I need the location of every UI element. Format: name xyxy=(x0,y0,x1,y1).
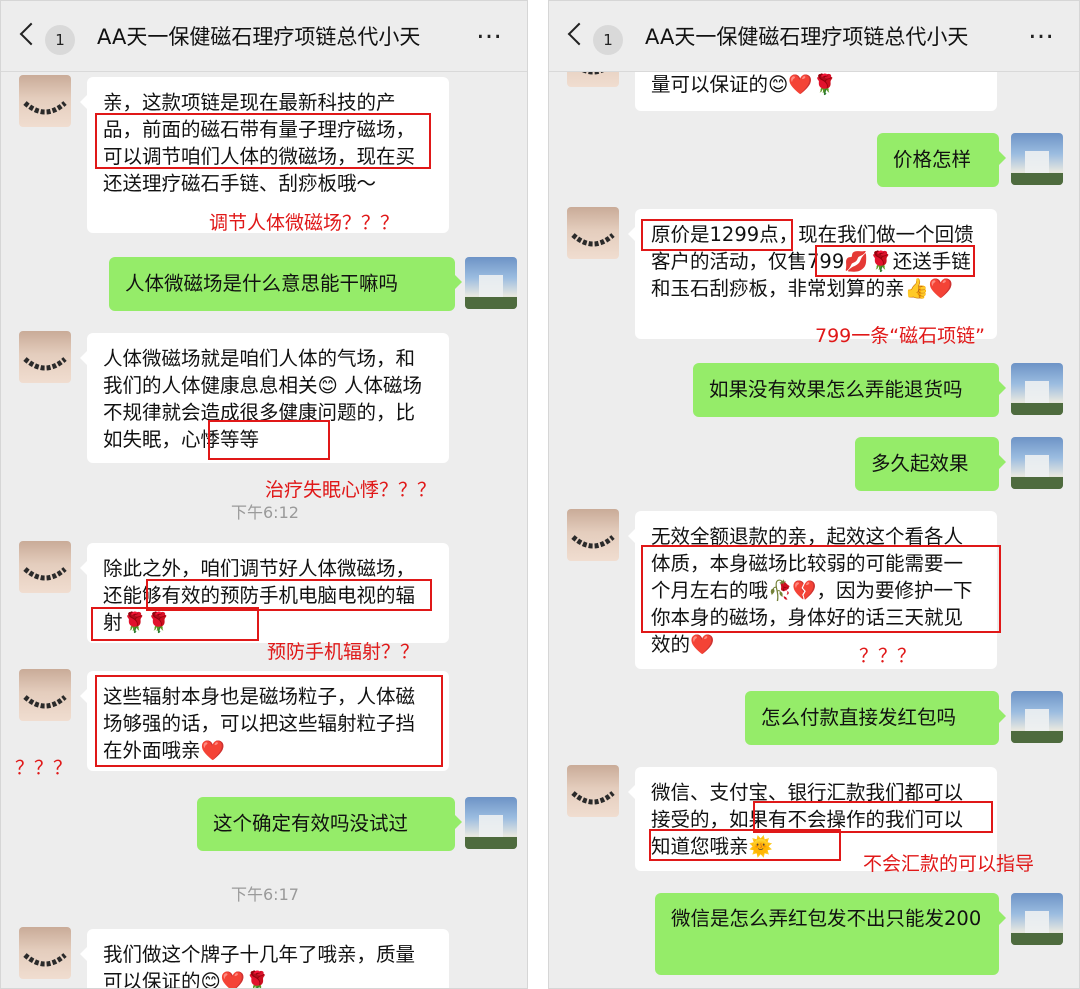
user-avatar[interactable] xyxy=(1011,691,1063,743)
back-icon[interactable] xyxy=(19,22,43,46)
more-options-icon[interactable]: … xyxy=(1028,15,1055,45)
user-avatar[interactable] xyxy=(465,257,517,309)
user-avatar[interactable] xyxy=(1011,133,1063,185)
chat-screenshot-right: 1 AA天一保健磁石理疗项链总代小天 … 量可以保证的😊❤️🌹 价格怎样 原价是… xyxy=(548,0,1080,989)
highlight-box xyxy=(208,420,330,460)
chat-header: 1 AA天一保健磁石理疗项链总代小天 … xyxy=(549,1,1079,72)
user-message: 如果没有效果怎么弄能退货吗 xyxy=(693,363,1006,417)
user-message: 多久起效果 xyxy=(855,437,1006,491)
annotation: 不会汇款的可以指导 xyxy=(863,853,1035,875)
chat-header: 1 AA天一保健磁石理疗项链总代小天 … xyxy=(1,1,527,72)
highlight-box xyxy=(91,607,259,641)
annotation: 预防手机辐射？？ xyxy=(267,641,420,663)
seller-message: 我们做这个牌子十几年了哦亲，质量可以保证的😊❤️🌹 xyxy=(80,929,449,988)
annotation: ？？？ xyxy=(15,757,73,779)
user-avatar[interactable] xyxy=(1011,893,1063,945)
user-message: 价格怎样 xyxy=(877,133,1006,187)
chat-title: AA天一保健磁石理疗项链总代小天 xyxy=(97,25,421,49)
annotation: 799一条“磁石项链” xyxy=(815,325,985,347)
highlight-box xyxy=(95,675,443,767)
timestamp: 下午6:17 xyxy=(231,885,299,904)
seller-avatar[interactable] xyxy=(567,765,619,817)
seller-avatar[interactable] xyxy=(19,331,71,383)
seller-avatar[interactable] xyxy=(19,927,71,979)
annotation: 调节人体微磁场？？？ xyxy=(209,212,400,234)
user-message: 微信是怎么弄红包发不出只能发200 xyxy=(655,893,1006,975)
seller-avatar[interactable] xyxy=(567,207,619,259)
user-avatar[interactable] xyxy=(465,797,517,849)
highlight-box xyxy=(641,219,793,251)
user-avatar[interactable] xyxy=(1011,437,1063,489)
user-message: 这个确定有效吗没试过 xyxy=(197,797,462,851)
user-avatar[interactable] xyxy=(1011,363,1063,415)
chat-screenshot-left: 1 AA天一保健磁石理疗项链总代小天 … 亲，这款项链是现在最新科技的产品，前面… xyxy=(0,0,528,989)
unread-badge: 1 xyxy=(593,25,623,55)
seller-avatar[interactable] xyxy=(567,509,619,561)
seller-avatar[interactable] xyxy=(19,669,71,721)
annotation: 治疗失眠心悸？？？ xyxy=(265,479,437,501)
chat-title: AA天一保健磁石理疗项链总代小天 xyxy=(645,25,969,49)
timestamp: 下午6:12 xyxy=(231,503,299,522)
unread-badge: 1 xyxy=(45,25,75,55)
highlight-box xyxy=(815,245,975,277)
highlight-box xyxy=(641,545,1001,633)
back-icon[interactable] xyxy=(567,22,591,46)
seller-avatar[interactable] xyxy=(19,541,71,593)
highlight-box xyxy=(649,829,841,861)
annotation: ？？？ xyxy=(859,645,917,667)
more-options-icon[interactable]: … xyxy=(476,15,503,45)
user-message: 人体微磁场是什么意思能干嘛吗 xyxy=(109,257,462,311)
seller-avatar[interactable] xyxy=(19,75,71,127)
user-message: 怎么付款直接发红包吗 xyxy=(745,691,1006,745)
highlight-box xyxy=(95,113,431,169)
